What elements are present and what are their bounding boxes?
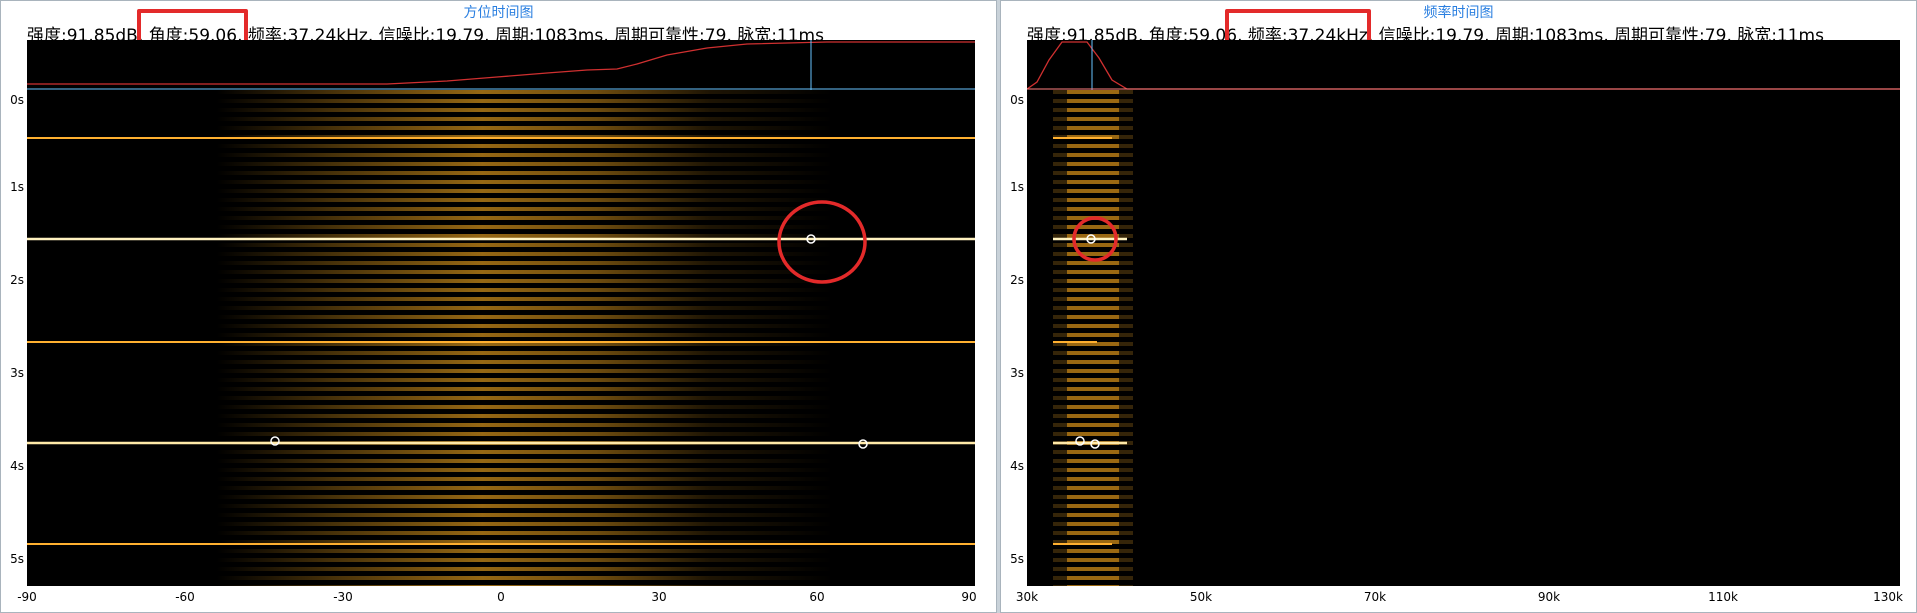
x-tick-label: 30k [1015,590,1039,604]
panel-title: 方位时间图 [463,5,534,21]
frequency-waterfall[interactable] [1027,90,1900,586]
panel-title: 频率时间图 [1423,5,1494,21]
y-tick-label: 2s [10,273,24,287]
azimuth-time-panel: 方位时间图 强度:91.85dB, 角度:59.06, 频率:37.24kHz,… [0,0,997,613]
y-tick-label: 4s [1010,459,1024,473]
x-tick-label: -30 [333,590,353,604]
y-tick-label: 4s [10,459,24,473]
x-tick-label: 90 [961,590,977,604]
frequency-spectrum[interactable] [1027,40,1900,90]
x-tick-label: -90 [17,590,37,604]
azimuth-waterfall[interactable] [27,90,975,586]
y-tick-label: 5s [1010,552,1024,566]
x-tick-label: 110k [1708,590,1738,604]
y-tick-label: 0s [10,93,24,107]
y-tick-label: 0s [1010,93,1024,107]
y-tick-label: 1s [10,180,24,194]
y-tick-label: 2s [1010,273,1024,287]
frequency-time-panel: 频率时间图 强度:91.85dB, 角度:59.06, 频率:37.24kHz,… [1000,0,1917,613]
y-tick-label: 3s [1010,366,1024,380]
x-tick-label: -60 [175,590,195,604]
y-tick-label: 5s [10,552,24,566]
y-tick-label: 3s [10,366,24,380]
x-tick-label: 50k [1189,590,1213,604]
x-tick-label: 0 [497,590,505,604]
azimuth-histogram[interactable] [27,40,975,90]
x-tick-label: 70k [1363,590,1387,604]
x-tick-label: 90k [1537,590,1561,604]
x-tick-label: 30 [651,590,667,604]
y-tick-label: 1s [1010,180,1024,194]
x-tick-label: 130k [1873,590,1903,604]
x-tick-label: 60 [809,590,825,604]
